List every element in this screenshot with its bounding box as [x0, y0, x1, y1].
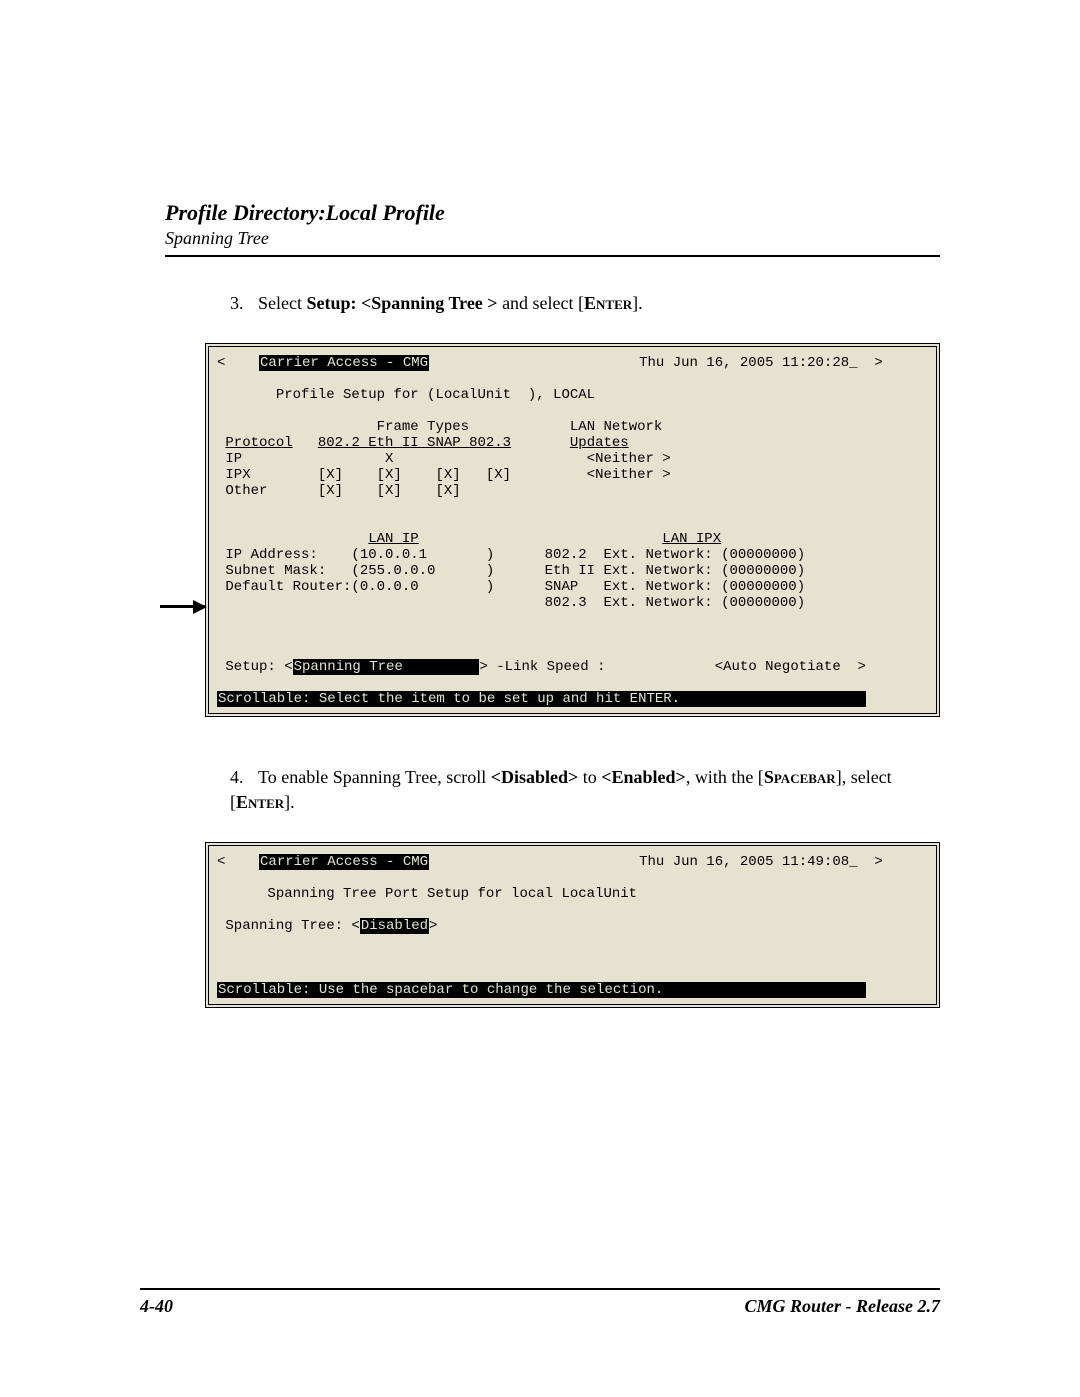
footer-rule: [140, 1288, 940, 1290]
step3-key: Enter: [584, 293, 632, 313]
page-number: 4-40: [140, 1296, 173, 1317]
step4-pre: To enable Spanning Tree, scroll: [258, 767, 491, 787]
pointer-arrow-icon: [160, 605, 205, 608]
page: Profile Directory:Local Profile Spanning…: [0, 0, 1080, 1397]
spanning-tree-value[interactable]: Disabled: [360, 918, 429, 934]
page-title: Profile Directory:Local Profile: [165, 200, 940, 226]
footer-right: CMG Router - Release 2.7: [745, 1296, 941, 1317]
spanning-tree-close: >: [429, 918, 437, 934]
terminal-2-wrap: < Carrier Access - CMG Thu Jun 16, 2005 …: [205, 842, 940, 1008]
instruction-step-4: 4.To enable Spanning Tree, scroll <Disab…: [230, 765, 940, 814]
updates-hdr: Updates: [570, 435, 629, 451]
row-ipx: IPX [X] [X] [X] [X] <Neither >: [225, 467, 670, 483]
step4-b2: <Enabled>: [601, 767, 686, 787]
term2-title: Carrier Access - CMG: [259, 854, 429, 870]
term1-help: Scrollable: Select the item to be set up…: [217, 691, 866, 707]
setup-value[interactable]: Spanning Tree: [293, 659, 480, 675]
frame-types-hdr: Frame Types: [377, 419, 469, 435]
setup-label: Setup: <: [225, 659, 292, 675]
lan-ipx-hdr: LAN IPX: [662, 531, 721, 547]
step3-pre: Select: [258, 293, 306, 313]
setup-rest: > -Link Speed : <Auto Negotiate >: [479, 659, 865, 675]
term1-title: Carrier Access - CMG: [259, 355, 429, 371]
step3-mid: and select [: [498, 293, 584, 313]
header-rule: [165, 255, 940, 257]
row-ip: IP X <Neither >: [225, 451, 670, 467]
default-router-row: Default Router:(0.0.0.0 ) SNAP Ext. Netw…: [225, 579, 805, 595]
terminal-1-wrap: < Carrier Access - CMG Thu Jun 16, 2005 …: [205, 343, 940, 717]
step3-bold: Setup: <Spanning Tree >: [306, 293, 497, 313]
step4-key2: Enter: [236, 792, 284, 812]
terminal-1-frame: < Carrier Access - CMG Thu Jun 16, 2005 …: [205, 343, 940, 717]
ip-address-row: IP Address: (10.0.0.1 ) 802.2 Ext. Netwo…: [225, 547, 805, 563]
page-subtitle: Spanning Tree: [165, 228, 940, 249]
page-footer: 4-40 CMG Router - Release 2.7: [140, 1288, 940, 1317]
terminal-1: < Carrier Access - CMG Thu Jun 16, 2005 …: [211, 349, 934, 711]
step4-post: ].: [284, 792, 295, 812]
terminal-2: < Carrier Access - CMG Thu Jun 16, 2005 …: [211, 848, 934, 1002]
row-other: Other [X] [X] [X]: [225, 483, 460, 499]
ipx-8023-row: 802.3 Ext. Network: (00000000): [225, 595, 805, 611]
protocol-hdr: Protocol: [225, 435, 292, 451]
subnet-mask-row: Subnet Mask: (255.0.0.0 ) Eth II Ext. Ne…: [225, 563, 805, 579]
term1-profile-line: Profile Setup for (LocalUnit ), LOCAL: [276, 387, 595, 403]
lan-ip-hdr: LAN IP: [368, 531, 418, 547]
step3-post: ].: [632, 293, 643, 313]
term1-datetime: Thu Jun 16, 2005 11:20:28_ >: [639, 355, 883, 371]
step4-mid2: , with the [: [686, 767, 764, 787]
lan-network-hdr: LAN Network: [570, 419, 662, 435]
term2-datetime: Thu Jun 16, 2005 11:49:08_ >: [639, 854, 883, 870]
spanning-tree-label: Spanning Tree: <: [225, 918, 359, 934]
instruction-step-3: 3.Select Setup: <Spanning Tree > and sel…: [230, 291, 940, 315]
step4-mid1: to: [578, 767, 601, 787]
step-number-4: 4.: [230, 765, 258, 789]
step4-key1: Spacebar: [764, 767, 836, 787]
step4-b1: <Disabled>: [491, 767, 579, 787]
terminal-2-frame: < Carrier Access - CMG Thu Jun 16, 2005 …: [205, 842, 940, 1008]
step-number: 3.: [230, 291, 258, 315]
term2-subtitle: Spanning Tree Port Setup for local Local…: [267, 886, 637, 902]
frame-type-cols: 802.2 Eth II SNAP 802.3: [318, 435, 511, 451]
term2-help: Scrollable: Use the spacebar to change t…: [217, 982, 866, 998]
